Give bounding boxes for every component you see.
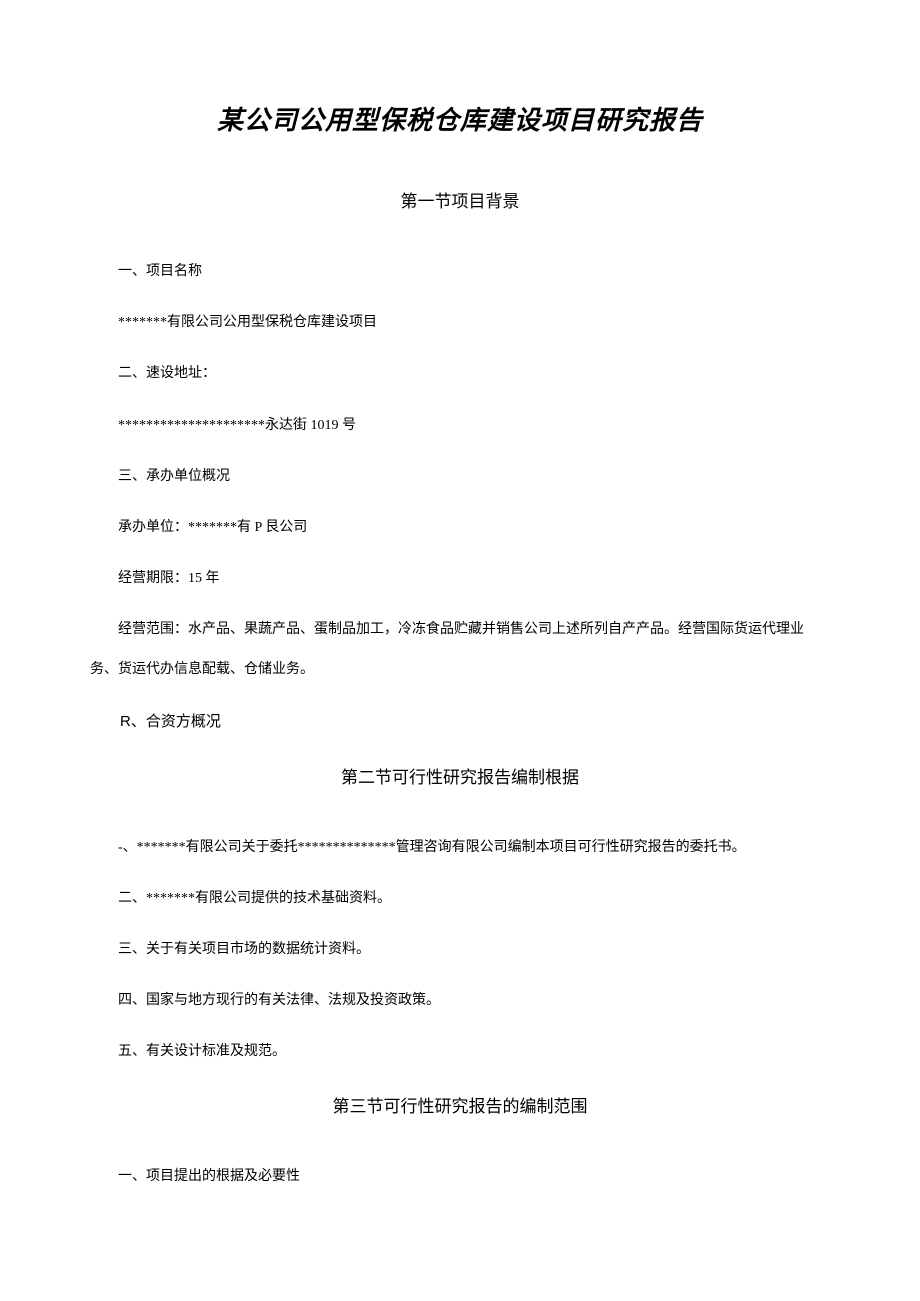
section1-p2: *******有限公司公用型保税仓库建设项目 (90, 303, 830, 342)
section-1-header: 第一节项目背景 (90, 187, 830, 212)
section1-p8: 经营范围：水产品、果蔬产品、蛋制品加工，冷冻食品贮藏并销售公司上述所列自产产品。… (90, 610, 830, 688)
section1-p7: 经营期限：15 年 (90, 559, 830, 598)
section3-p1: 一、项目提出的根据及必要性 (90, 1157, 830, 1196)
section2-p2: 二、*******有限公司提供的技术基础资料。 (90, 879, 830, 918)
section2-p4: 四、国家与地方现行的有关法律、法规及投资政策。 (90, 981, 830, 1020)
section1-p3: 二、速设地址： (90, 354, 830, 393)
section2-p5: 五、有关设计标准及规范。 (90, 1032, 830, 1071)
section2-p3: 三、关于有关项目市场的数据统计资料。 (90, 930, 830, 969)
section1-p1: 一、项目名称 (90, 252, 830, 291)
section1-p5: 三、承办单位概况 (90, 457, 830, 496)
section1-p4: *********************永达街 1019 号 (90, 406, 830, 445)
document-title: 某公司公用型保税仓库建设项目研究报告 (90, 100, 830, 137)
section-2-header: 第二节可行性研究报告编制根据 (90, 763, 830, 788)
section-3-header: 第三节可行性研究报告的编制范围 (90, 1092, 830, 1117)
section2-p1: -、*******有限公司关于委托**************管理咨询有限公司编… (90, 828, 830, 867)
section1-p9: R、合资方概况 (90, 701, 830, 743)
section1-p6: 承办单位：*******有 P 艮公司 (90, 508, 830, 547)
